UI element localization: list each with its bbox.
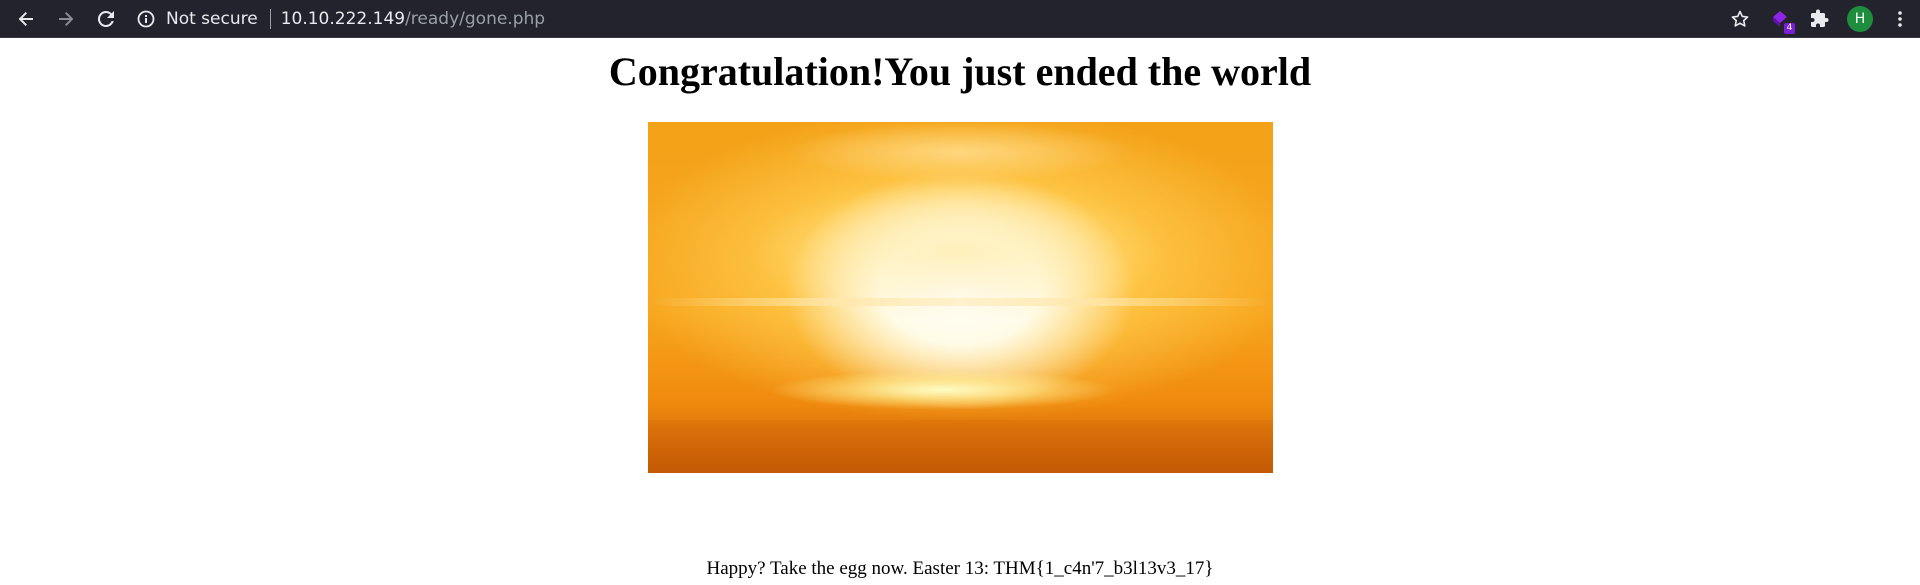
explosion-flare [788,122,1133,182]
forward-button[interactable] [46,0,86,38]
explosion-ground-glow [768,370,1118,410]
easter-egg-text: Happy? Take the egg now. Easter 13: THM{… [706,558,1214,579]
address-bar[interactable]: Not secure 10.10.222.149/ready/gone.php [136,0,545,38]
reload-icon [97,10,114,27]
reload-button[interactable] [86,0,126,38]
more-vert-icon [1898,11,1902,27]
star-icon [1731,10,1749,27]
address-separator [269,9,271,29]
toolbar-right-tools: 4 H [1720,0,1920,38]
page-title: Congratulation!You just ended the world [608,49,1312,94]
extension-badge: 4 [1784,23,1795,34]
forward-arrow-icon [59,11,74,26]
extensions-menu-button[interactable] [1800,0,1840,38]
info-icon[interactable] [136,9,156,29]
browser-menu-button[interactable] [1880,0,1920,38]
security-label[interactable]: Not secure [166,9,258,29]
puzzle-icon [1811,9,1829,27]
url-host[interactable]: 10.10.222.149 [281,9,405,29]
back-arrow-icon [18,11,33,26]
back-button[interactable] [6,0,46,38]
navigation-buttons [0,0,126,38]
url-path[interactable]: /ready/gone.php [405,9,545,29]
bookmark-button[interactable] [1720,0,1760,38]
browser-toolbar: Not secure 10.10.222.149/ready/gone.php … [0,0,1920,38]
extension-button[interactable]: 4 [1760,0,1800,38]
explosion-streak [648,298,1273,306]
profile-button[interactable]: H [1840,0,1880,38]
explosion-horizon [648,420,1273,473]
avatar: H [1847,6,1873,32]
explosion-image [648,122,1273,473]
